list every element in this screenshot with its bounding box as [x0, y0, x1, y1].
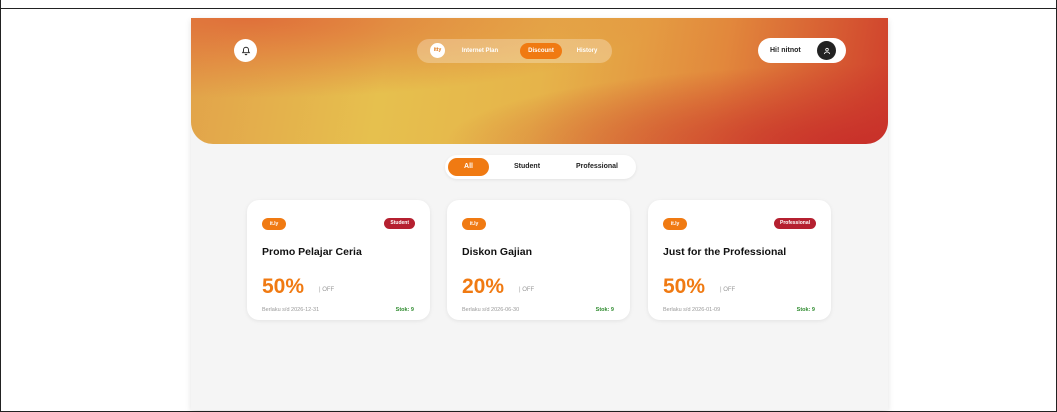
category-filter: All Student Professional [445, 155, 636, 179]
filter-professional[interactable]: Professional [563, 158, 631, 176]
discount-card[interactable]: it.ly Student Promo Pelajar Ceria 50% | … [247, 200, 430, 320]
discount-card[interactable]: it.ly Diskon Gajian 20% | OFF Berlaku s/… [447, 200, 630, 320]
stock-count: Stok: 9 [395, 307, 414, 313]
discount-value: 50% [663, 275, 706, 298]
category-tag: Professional [773, 218, 816, 229]
nav-item-history[interactable]: History [569, 43, 605, 59]
main-nav: itty Internet Plan Discount History [417, 39, 612, 63]
off-label: | OFF [519, 287, 535, 293]
valid-until: Berlaku s/d 2026-01-09 [663, 307, 721, 313]
user-greeting: Hi! nitnot [770, 47, 801, 54]
nav-logo[interactable]: itty [430, 43, 445, 58]
user-menu[interactable]: Hi! nitnot [758, 38, 846, 63]
valid-until: Berlaku s/d 2026-12-31 [262, 307, 320, 313]
discount-value: 20% [462, 275, 505, 298]
bell-icon [241, 46, 250, 55]
user-icon [823, 47, 830, 54]
header-banner: itty Internet Plan Discount History Hi! … [191, 18, 888, 144]
app-container: itty Internet Plan Discount History Hi! … [191, 18, 888, 410]
card-title: Just for the Professional [663, 246, 787, 258]
nav-item-discount[interactable]: Discount [520, 43, 562, 59]
discount-value: 50% [262, 275, 305, 298]
stock-count: Stok: 9 [796, 307, 815, 313]
card-title: Promo Pelajar Ceria [262, 246, 362, 258]
card-title: Diskon Gajian [462, 246, 533, 258]
filter-all[interactable]: All [448, 158, 489, 176]
brand-badge: it.ly [663, 218, 687, 230]
window-top-border [0, 8, 1057, 9]
category-tag: Student [384, 218, 415, 229]
off-label: | OFF [319, 287, 335, 293]
brand-badge: it.ly [262, 218, 286, 230]
filter-student[interactable]: Student [497, 158, 557, 176]
nav-item-internet-plan[interactable]: Internet Plan [455, 43, 505, 59]
stock-count: Stok: 9 [595, 307, 614, 313]
avatar[interactable] [817, 41, 836, 60]
valid-until: Berlaku s/d 2026-06-30 [462, 307, 520, 313]
brand-badge: it.ly [462, 218, 486, 230]
notification-button[interactable] [234, 39, 257, 62]
off-label: | OFF [720, 287, 736, 293]
discount-card[interactable]: it.ly Professional Just for the Professi… [648, 200, 831, 320]
